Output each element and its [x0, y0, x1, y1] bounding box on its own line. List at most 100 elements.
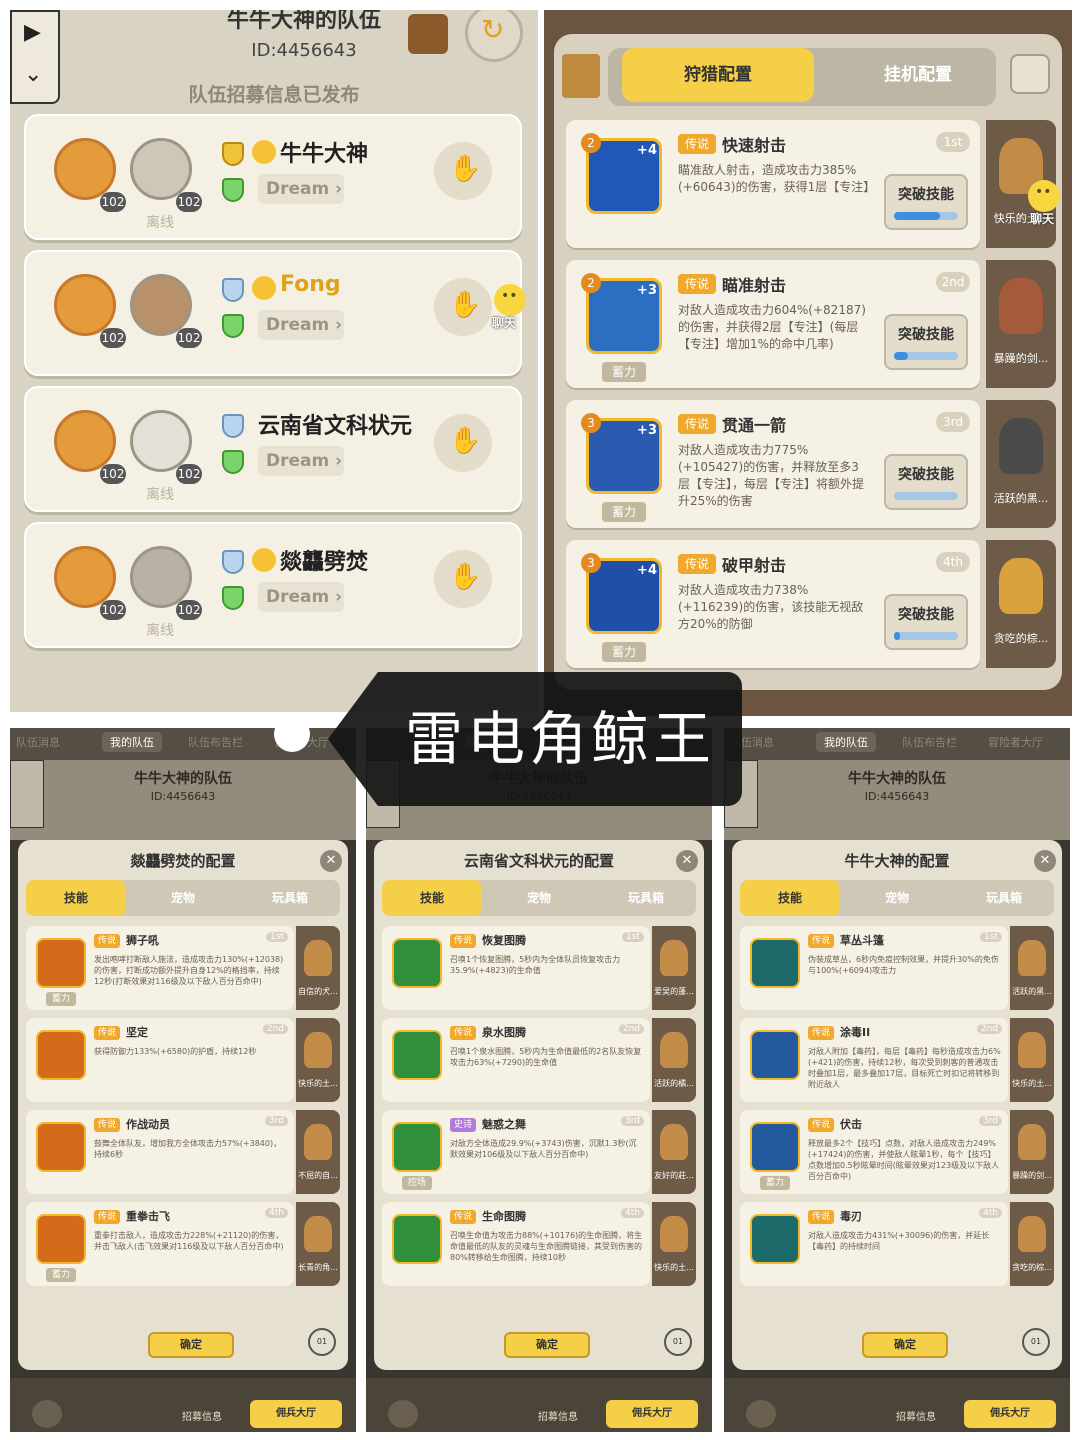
dialog-tab-2[interactable]: 玩具箱 — [954, 880, 1054, 916]
dialog-tab-1[interactable]: 宠物 — [489, 880, 589, 916]
pet-slot[interactable]: 贪吃的棕... — [1010, 1202, 1054, 1286]
skill-card[interactable]: 3 +3 蓄力 传说 贯通一箭 3rd 对敌人造成攻击力775%(+105427… — [566, 400, 980, 528]
recruit-info-button[interactable]: 招募信息 — [538, 1408, 578, 1423]
pet-slot[interactable]: 活跃的黑... — [1010, 926, 1054, 1010]
confirm-button[interactable]: 确定 — [862, 1332, 948, 1358]
skill-card[interactable]: 传说 毒刃 4th 对敌人造成攻击力431%(+30096)的伤害，并延长【毒药】的持… — [740, 1202, 1008, 1286]
player-avatar[interactable] — [130, 138, 192, 200]
skill-card[interactable]: 2 +4 传说 快速射击 1st 瞄准敌人射击，造成攻击力385%(+60643… — [566, 120, 980, 248]
member-row[interactable]: 102 102 离线 燚龘劈焚 Dream › — [24, 522, 522, 648]
break-skill-button[interactable]: 突破技能 — [884, 314, 968, 370]
confirm-button[interactable]: 确定 — [148, 1332, 234, 1358]
tab-2[interactable]: 队伍布告栏 — [902, 734, 957, 750]
close-icon[interactable]: ✕ — [320, 850, 342, 872]
pet-slot[interactable]: 快乐的土... — [1010, 1018, 1054, 1102]
pet-slot[interactable]: 活跃的橘... — [652, 1018, 696, 1102]
back-icon[interactable] — [746, 1400, 776, 1428]
member-row[interactable]: 102 102 离线 云南省文科状元 Dream › — [24, 386, 522, 512]
break-skill-button[interactable]: 突破技能 — [884, 454, 968, 510]
dialog-tab-2[interactable]: 玩具箱 — [596, 880, 696, 916]
dialog-tab-1[interactable]: 宠物 — [847, 880, 947, 916]
break-skill-button[interactable]: 突破技能 — [884, 594, 968, 650]
pet-slot[interactable]: 暴躁的剑... — [986, 260, 1056, 388]
chat-icon[interactable] — [1028, 180, 1060, 212]
pet-slot[interactable]: 友好的莊... — [652, 1110, 696, 1194]
close-icon[interactable]: ✕ — [1034, 850, 1056, 872]
pet-slot[interactable]: 贪吃的棕... — [986, 540, 1056, 668]
player-avatar[interactable] — [130, 274, 192, 336]
chat-label[interactable]: 聊天 — [1030, 210, 1054, 227]
pet-name: 暴躁的剑... — [1012, 1171, 1052, 1180]
pet-slot[interactable]: 快乐的土... — [296, 1018, 340, 1102]
dialog-tab-0[interactable]: 技能 — [740, 880, 840, 916]
tab-2[interactable]: 队伍布告栏 — [188, 734, 243, 750]
skill-card[interactable]: 传说 生命图腾 4th 召唤生命值为攻击力88%(+10176)的生命图腾，将生命值最… — [382, 1202, 650, 1286]
pet-slot[interactable]: 爱吴的蓬... — [652, 926, 696, 1010]
skill-card[interactable]: 控场 史诗 魅惑之舞 3rd 对敌方全体造成29.9%(+3743)伤害，沉默1.3秒(… — [382, 1110, 650, 1194]
dialog-tab-1[interactable]: 宠物 — [133, 880, 233, 916]
tab-1[interactable]: 我的队伍 — [102, 732, 162, 752]
chat-label[interactable]: 聊天 — [492, 314, 516, 331]
hand-icon[interactable] — [434, 550, 492, 608]
target-icon[interactable]: 01 — [308, 1328, 336, 1356]
dialog-tab-2[interactable]: 玩具箱 — [240, 880, 340, 916]
hand-icon[interactable] — [434, 414, 492, 472]
pet-slot[interactable]: 活跃的黑... — [986, 400, 1056, 528]
skill-name: 毒刃 — [840, 1210, 862, 1223]
recruit-info-button[interactable]: 招募信息 — [182, 1408, 222, 1423]
side-control[interactable] — [10, 760, 44, 828]
dialog-title: 云南省文科状元的配置 — [463, 852, 614, 870]
mercenary-hall-button[interactable]: 佣兵大厅 — [606, 1400, 698, 1428]
map-icon[interactable] — [1010, 54, 1050, 94]
scroll-icon[interactable] — [562, 54, 600, 98]
skill-card[interactable]: 传说 草丛斗篷 1st 伪装成草丛，6秒内免疫控制效果，并提升30%的免伤与100%(… — [740, 926, 1008, 1010]
player-avatar[interactable] — [130, 546, 192, 608]
skill-card[interactable]: 蓄力 传说 重拳击飞 4th 重拳打击敌人，造成攻击力228%(+21120)的伤害，并… — [26, 1202, 294, 1286]
tab-3[interactable]: 冒险者大厅 — [988, 734, 1043, 750]
target-icon[interactable]: 01 — [1022, 1328, 1050, 1356]
pet-slot[interactable]: 长青的角... — [296, 1202, 340, 1286]
pet-slot[interactable]: 自信的犬... — [296, 926, 340, 1010]
player-avatar[interactable] — [130, 410, 192, 472]
back-icon[interactable] — [32, 1400, 62, 1428]
back-icon[interactable] — [388, 1400, 418, 1428]
play-icon[interactable]: ▶ — [24, 20, 41, 45]
toolbox-icon[interactable] — [434, 278, 492, 336]
dialog-tab-0[interactable]: 技能 — [382, 880, 482, 916]
skill-card[interactable]: 传说 泉水图腾 2nd 召唤1个泉水图腾，5秒内为生命值最低的2名队友恢复攻击力63%… — [382, 1018, 650, 1102]
confirm-button[interactable]: 确定 — [504, 1332, 590, 1358]
tab-0[interactable]: 队伍消息 — [16, 734, 60, 750]
skill-card[interactable]: 2 +3 蓄力 传说 瞄准射击 2nd 对敌人造成攻击力604%(+82187)… — [566, 260, 980, 388]
dream-tag[interactable]: Dream › — [258, 446, 344, 476]
pet-slot[interactable]: 不屈的自... — [296, 1110, 340, 1194]
pet-slot[interactable]: 快乐的土... — [652, 1202, 696, 1286]
tab-hunting-config[interactable]: 狩猎配置 — [622, 48, 814, 102]
dream-tag[interactable]: Dream › — [258, 174, 344, 204]
skill-icon — [750, 1122, 800, 1172]
skill-card[interactable]: 3 +4 蓄力 传说 破甲射击 4th 对敌人造成攻击力738%(+116239… — [566, 540, 980, 668]
skill-card[interactable]: 传说 作战动员 3rd 鼓舞全体队友，增加我方全体攻击力57%(+3840)，持续6秒 — [26, 1110, 294, 1194]
mercenary-hall-button[interactable]: 佣兵大厅 — [250, 1400, 342, 1428]
tab-idle-config[interactable]: 挂机配置 — [858, 48, 978, 102]
skill-card[interactable]: 蓄力 传说 伏击 3rd 释放最多2个【技巧】点数，对敌人造成攻击力249%(+1742… — [740, 1110, 1008, 1194]
close-icon[interactable]: ✕ — [676, 850, 698, 872]
target-icon[interactable]: 01 — [664, 1328, 692, 1356]
break-skill-button[interactable]: 突破技能 — [884, 174, 968, 230]
dream-tag[interactable]: Dream › — [258, 310, 344, 340]
scroll-icon[interactable] — [408, 14, 448, 54]
pet-slot[interactable]: 暴躁的剑... — [1010, 1110, 1054, 1194]
skill-card[interactable]: 传说 坚定 2nd 获得防御力133%(+6580)的护盾，持续12秒 — [26, 1018, 294, 1102]
pet-name: 长青的角... — [298, 1263, 338, 1272]
dream-tag[interactable]: Dream › — [258, 582, 344, 612]
skill-card[interactable]: 传说 涂毒II 2nd 对敌人附加【毒药】，每层【毒药】每秒造成攻击力6%(+421)… — [740, 1018, 1008, 1102]
dialog-tab-0[interactable]: 技能 — [26, 880, 126, 916]
mercenary-hall-button[interactable]: 佣兵大厅 — [964, 1400, 1056, 1428]
skill-card[interactable]: 蓄力 传说 狮子吼 1st 发出咆哮打断敌人施法，造成攻击力130%(+12038)的伤… — [26, 926, 294, 1010]
member-row[interactable]: 102 102 Fong Dream › 聊天 — [24, 250, 526, 376]
chat-icon[interactable] — [494, 284, 526, 316]
member-row[interactable]: 102 102 离线 牛牛大神 Dream › — [24, 114, 522, 240]
hand-icon[interactable] — [434, 142, 492, 200]
tab-1[interactable]: 我的队伍 — [816, 732, 876, 752]
recruit-info-button[interactable]: 招募信息 — [896, 1408, 936, 1423]
skill-card[interactable]: 传说 恢复图腾 1st 召唤1个恢复图腾，5秒内为全体队员恢复攻击力35.9%(+48… — [382, 926, 650, 1010]
